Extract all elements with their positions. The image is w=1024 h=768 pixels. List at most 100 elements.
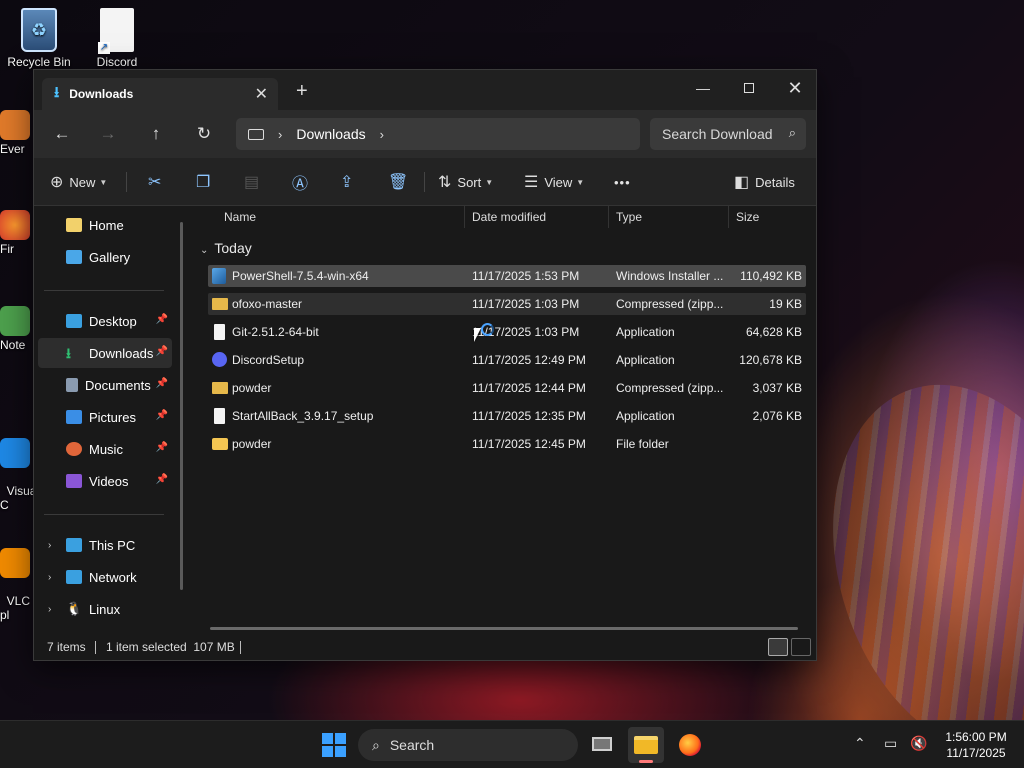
show-hidden-icons-button[interactable]: ⌃ [854,735,866,752]
nav-item-videos[interactable]: Videos 📌 [38,466,172,496]
desktop-icon-peek-5[interactable]: VLC pl [0,520,36,622]
column-header-name[interactable]: Name [224,210,256,224]
file-row[interactable]: ofoxo-master 11/17/2025 1:03 PM Compress… [208,293,806,315]
nav-item-this-pc[interactable]: › This PC [38,530,172,560]
close-button[interactable]: ✕ [772,74,818,102]
taskbar-file-explorer[interactable] [628,727,664,763]
chevron-right-icon[interactable]: › [380,127,384,142]
pin-icon[interactable]: 📌 [156,378,168,389]
recycle-bin-icon [21,8,57,52]
task-view-button[interactable] [584,727,620,763]
breadcrumb-downloads[interactable]: Downloads [296,126,365,142]
pin-icon[interactable]: 📌 [156,314,168,325]
file-row[interactable]: powder 11/17/2025 12:44 PM Compressed (z… [208,377,806,399]
column-header-size[interactable]: Size [736,210,759,224]
file-row[interactable]: StartAllBack_3.9.17_setup 11/17/2025 12:… [208,405,806,427]
status-bar: 7 items 1 item selected 107 MB [34,636,816,660]
pin-icon[interactable]: 📌 [156,442,168,453]
chevron-right-icon[interactable]: › [48,604,51,615]
maximize-button[interactable] [726,74,772,102]
share-button[interactable]: ⇪ [340,170,353,194]
new-button[interactable]: ⊕ New ▼ [50,170,107,194]
system-clock[interactable]: 1:56:00 PM 11/17/2025 [936,729,1016,761]
column-header-type[interactable]: Type [616,210,642,224]
nav-item-linux[interactable]: › 🐧 Linux [38,594,172,624]
nav-item-gallery[interactable]: Gallery [38,242,172,272]
cut-button[interactable]: ✂ [148,170,161,194]
file-row[interactable]: PowerShell-7.5.4-win-x64 11/17/2025 1:53… [208,265,806,287]
column-divider[interactable] [608,206,609,228]
desktop-icon-peek-2[interactable]: Fir [0,210,36,256]
nav-item-network[interactable]: › Network [38,562,172,592]
new-tab-button[interactable]: + [296,81,308,101]
taskbar-firefox[interactable] [672,727,708,763]
file-row[interactable]: Git-2.51.2-64-bit 11/17/2025 1:03 PM App… [208,321,806,343]
up-button[interactable]: ↑ [140,122,172,146]
pin-icon[interactable]: 📌 [156,346,168,357]
details-view-button[interactable] [768,638,788,656]
group-header-today[interactable]: ⌄ Today [200,240,252,256]
clock-time: 1:56:00 PM [945,730,1007,744]
column-divider[interactable] [728,206,729,228]
nav-item-pictures[interactable]: Pictures 📌 [38,402,172,432]
start-button[interactable] [322,733,346,757]
tab-close-button[interactable]: ✕ [255,84,268,104]
file-size: 2,076 KB [752,409,802,423]
view-button[interactable]: ☰ View ▼ [524,170,584,194]
minimize-button[interactable]: — [680,74,726,102]
divider [44,514,164,515]
file-name: StartAllBack_3.9.17_setup [232,409,374,423]
desktop-icon-recycle-bin[interactable]: Recycle Bin [1,8,77,69]
desktop-icon-discord[interactable]: ↗ Discord [79,8,155,69]
tiles-view-button[interactable] [791,638,811,656]
tab-downloads[interactable]: ⭳ Downloads ✕ [42,78,278,110]
divider [126,172,127,192]
nav-item-downloads[interactable]: ⭳ Downloads 📌 [38,338,172,368]
column-divider[interactable] [464,206,465,228]
search-box[interactable]: ⌕ [650,118,806,150]
horizontal-scrollbar[interactable] [210,627,798,630]
more-options-button[interactable]: ••• [614,170,631,194]
search-input[interactable] [662,126,772,142]
plus-circle-icon: ⊕ [50,174,64,191]
refresh-button[interactable]: ↻ [188,122,220,146]
desktop-icon-label: Ever [0,142,25,156]
file-name: ofoxo-master [232,297,303,311]
pin-icon[interactable]: 📌 [156,410,168,421]
nav-item-desktop[interactable]: Desktop 📌 [38,306,172,336]
paste-button[interactable]: ▤ [244,170,259,194]
file-date: 11/17/2025 1:03 PM [472,297,580,311]
nav-scrollbar[interactable] [180,222,183,590]
nav-item-home[interactable]: Home [38,210,172,240]
file-size: 110,492 KB [740,269,802,283]
nav-item-documents[interactable]: Documents 📌 [38,370,172,400]
file-size: 19 KB [769,297,802,311]
details-pane-button[interactable]: ◧ Details [734,170,795,194]
column-header-date[interactable]: Date modified [472,210,546,224]
delete-button[interactable]: 🗑 [388,170,408,194]
taskbar-search[interactable]: ⌕ Search [358,729,578,761]
sort-button[interactable]: ⇅ Sort ▼ [438,170,493,194]
chevron-down-icon: ▼ [485,177,494,187]
desktop-icon-peek-4[interactable]: Visua C [0,410,36,512]
back-button[interactable]: ← [46,122,78,146]
address-bar[interactable]: › Downloads › [236,118,640,150]
forward-button[interactable]: → [92,122,124,146]
nav-item-label: Desktop [89,313,137,329]
nav-item-label: This PC [89,537,136,553]
file-row[interactable]: DiscordSetup 11/17/2025 12:49 PM Applica… [208,349,806,371]
view-button-label: View [544,174,573,190]
rename-button[interactable]: Ⓐ [292,170,308,194]
desktop-icon-peek-1[interactable]: Ever [0,110,36,156]
pin-icon[interactable]: 📌 [156,474,168,485]
chevron-right-icon[interactable]: › [48,540,51,551]
desktop-icon-peek-3[interactable]: Note [0,306,36,352]
copy-button[interactable]: ❐ [196,170,210,194]
column-header-row: Name Date modified Type Size [192,206,812,228]
chevron-right-icon[interactable]: › [278,127,282,142]
nav-item-music[interactable]: Music 📌 [38,434,172,464]
file-row[interactable]: powder 11/17/2025 12:45 PM File folder [208,433,806,455]
volume-muted-icon[interactable]: 🔇 [910,735,927,752]
chevron-right-icon[interactable]: › [48,572,51,583]
network-status-icon[interactable]: ▭ [884,735,897,752]
